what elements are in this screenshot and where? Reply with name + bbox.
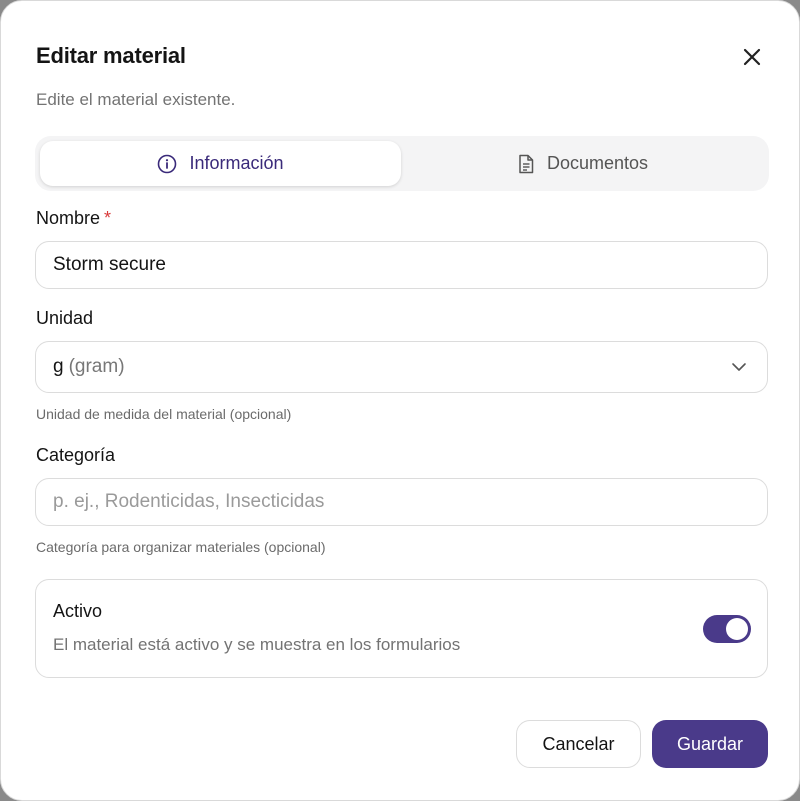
active-setting-card: Activo El material está activo y se mues…: [35, 579, 768, 678]
edit-material-dialog: Editar material Edite el material existe…: [0, 0, 800, 801]
unit-select[interactable]: g (gram): [35, 341, 768, 393]
category-hint: Categoría para organizar materiales (opc…: [36, 539, 326, 555]
tab-documentos[interactable]: Documentos: [401, 141, 764, 186]
unit-name: (gram): [68, 356, 125, 377]
dialog-subtitle: Edite el material existente.: [36, 90, 236, 109]
active-toggle[interactable]: [703, 615, 751, 643]
dialog-title: Editar material: [36, 43, 186, 68]
category-input[interactable]: p. ej., Rodenticidas, Insecticidas: [35, 478, 768, 526]
cancel-button[interactable]: Cancelar: [516, 720, 641, 768]
tab-documentos-label: Documentos: [546, 153, 649, 173]
document-icon: [519, 154, 534, 173]
chevron-down-icon: [732, 363, 746, 371]
save-button[interactable]: Guardar: [652, 720, 768, 768]
close-icon: [743, 48, 761, 66]
tab-list: Información Documentos: [35, 136, 769, 191]
info-icon: [158, 154, 177, 173]
name-input[interactable]: Storm secure: [35, 241, 768, 289]
active-description: El material está activo y se muestra en …: [53, 635, 461, 654]
name-label-text: Nombre: [36, 208, 101, 228]
tab-informacion[interactable]: Información: [40, 141, 401, 186]
category-label: Categoría: [36, 445, 116, 465]
tab-informacion-label: Información: [189, 153, 284, 173]
name-label: Nombre *: [36, 208, 111, 229]
unit-symbol: g: [53, 356, 64, 377]
unit-select-value: g (gram): [53, 356, 125, 378]
unit-label: Unidad: [36, 308, 94, 328]
toggle-knob: [726, 618, 748, 640]
unit-hint: Unidad de medida del material (opcional): [36, 406, 292, 422]
close-button[interactable]: [738, 43, 766, 71]
active-title: Activo: [53, 601, 103, 621]
required-marker: *: [104, 208, 112, 228]
